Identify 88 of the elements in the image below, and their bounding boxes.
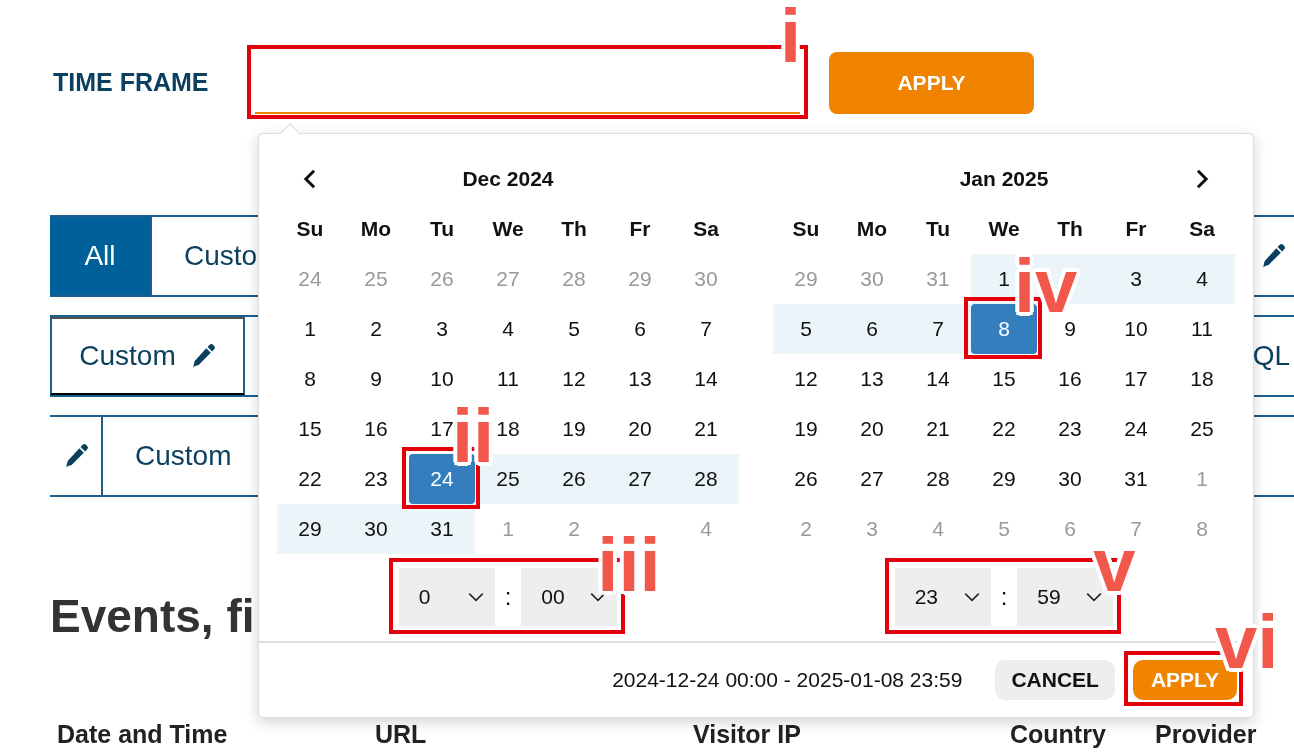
column-header: Visitor IP [693,719,802,751]
calendar-day[interactable]: 30 [1037,454,1103,504]
calendar-day[interactable]: 13 [607,354,673,404]
calendar-day[interactable]: 11 [475,354,541,404]
calendar-day[interactable]: 29 [971,454,1037,504]
calendar-day[interactable]: 19 [541,404,607,454]
pencil-icon[interactable] [1260,243,1286,269]
calendar-day[interactable]: 25 [1169,404,1235,454]
calendar-day[interactable]: 30 [343,504,409,554]
calendar-day[interactable]: 14 [673,354,739,404]
hour-select[interactable]: 0 [398,568,495,626]
calendar-day[interactable]: 10 [1103,304,1169,354]
calendar-day[interactable]: 22 [277,454,343,504]
month-title: Dec 2024 [461,166,555,193]
date-range-text: 2024-12-24 00:00 - 2025-01-08 23:59 [612,667,963,694]
calendar-day[interactable]: 8 [277,354,343,404]
calendar-day[interactable]: 14 [905,354,971,404]
calendar-day[interactable]: 31 [409,504,475,554]
weekday-label: We [987,216,1021,243]
calendar-day[interactable]: 27 [839,454,905,504]
weekday-label: Mo [855,216,889,243]
calendar-day[interactable]: 11 [1169,304,1235,354]
calendar-day[interactable]: 16 [1037,354,1103,404]
calendar-day[interactable]: 5 [541,304,607,354]
calendar-day[interactable]: 19 [773,404,839,454]
calendar-day[interactable]: 12 [541,354,607,404]
calendar-day[interactable]: 24 [1103,404,1169,454]
weekday-label: Su [791,216,821,243]
calendar-day[interactable]: 21 [905,404,971,454]
time-separator: : [504,582,512,612]
calendar-day[interactable]: 20 [607,404,673,454]
calendar-day[interactable]: 20 [839,404,905,454]
weekday-label: Fr [1124,216,1148,243]
calendar-day[interactable]: 3 [1103,254,1169,304]
calendar-day[interactable]: 27 [607,454,673,504]
weekday-label: We [491,216,525,243]
filter-tab[interactable]: All [50,217,152,295]
weekday-label: Sa [692,216,720,243]
calendar-day[interactable]: 10 [409,354,475,404]
weekday-label: Sa [1188,216,1216,243]
calendar-day[interactable]: 23 [1037,404,1103,454]
calendar-day[interactable]: 21 [673,404,739,454]
field-label: TIME FRAME [52,67,210,99]
hour-select[interactable]: 23 [894,568,991,626]
calendar-day[interactable]: 29 [277,504,343,554]
calendar-day[interactable]: 15 [971,354,1037,404]
weekday-label: Tu [924,216,952,243]
custom-filter-button[interactable]: Custom [50,317,245,395]
weekday-label: Th [560,216,588,243]
weekday-label: Fr [628,216,652,243]
month-title: Jan 2025 [958,166,1050,193]
filter-label[interactable]: Custom [135,435,232,477]
calendar-day[interactable]: 7 [673,304,739,354]
calendar-day[interactable]: 26 [541,454,607,504]
weekday-label: Su [295,216,325,243]
calendar-day[interactable]: 17 [1103,354,1169,404]
column-header: Provider [1155,719,1257,751]
column-header: URL [375,719,428,751]
calendar-day[interactable]: 1 [277,304,343,354]
calendar-day[interactable]: 3 [409,304,475,354]
weekday-label: Th [1056,216,1084,243]
calendar-day[interactable]: 4 [1169,254,1235,304]
calendar-day[interactable]: 31 [1103,454,1169,504]
calendar-day[interactable]: 9 [343,354,409,404]
calendar-day[interactable]: 6 [839,304,905,354]
column-header: Date and Time [57,719,229,751]
time-separator: : [1000,582,1008,612]
calendar-day[interactable]: 16 [343,404,409,454]
calendar-day[interactable]: 7 [905,304,971,354]
calendar-day[interactable]: 12 [773,354,839,404]
cancel-button[interactable]: CANCEL [995,660,1115,700]
calendar-day[interactable]: 23 [343,454,409,504]
column-header: Country [1010,719,1107,751]
weekday-label: Mo [359,216,393,243]
calendar-day[interactable]: 26 [773,454,839,504]
calendar-day[interactable]: 15 [277,404,343,454]
calendar-day[interactable]: 28 [673,454,739,504]
section-heading: Events, fi [50,589,255,644]
calendar-day[interactable]: 2 [343,304,409,354]
calendar-day[interactable]: 4 [475,304,541,354]
calendar-day[interactable]: 22 [971,404,1037,454]
filter-label[interactable]: QL [1252,335,1290,377]
weekday-label: Tu [428,216,456,243]
calendar-day[interactable]: 6 [607,304,673,354]
calendar-day[interactable]: 28 [905,454,971,504]
calendar-day[interactable]: 18 [1169,354,1235,404]
calendar-day[interactable]: 5 [773,304,839,354]
calendar-day[interactable]: 13 [839,354,905,404]
